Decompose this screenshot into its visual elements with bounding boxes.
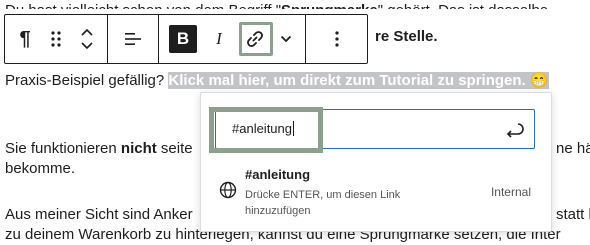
submit-link-button[interactable] <box>504 120 524 140</box>
search-input-highlight <box>209 107 323 153</box>
align-group <box>108 15 159 63</box>
enter-icon <box>506 123 524 138</box>
options-button[interactable] <box>319 15 355 63</box>
paragraph-3: Sie funktionieren nicht seite <box>5 140 193 157</box>
suggestion-type: Internal <box>490 185 531 199</box>
link-suggestion-item[interactable]: #anleitung Drücke ENTER, um diesen Link … <box>215 163 535 221</box>
align-button[interactable] <box>108 15 158 63</box>
paragraph-2[interactable]: Praxis-Beispiel gefällig? Klick mal hier… <box>5 70 549 92</box>
bold-label: B <box>169 25 197 53</box>
more-formats-button[interactable] <box>273 15 299 63</box>
chevron-down-icon[interactable] <box>80 41 94 51</box>
drag-handle[interactable] <box>45 15 67 63</box>
more-vertical-icon <box>334 31 339 47</box>
chevron-up-icon[interactable] <box>80 27 94 37</box>
move-up-down-buttons[interactable] <box>67 15 107 63</box>
paragraph-icon: ¶ <box>19 27 31 50</box>
link-popover: #anleitung #anleitung Drücke ENTER, um d… <box>200 92 552 232</box>
suggestion-description: Drücke ENTER, um diesen Link hinzuzufüge… <box>245 189 401 217</box>
paragraph-block-button[interactable]: ¶ <box>5 15 45 63</box>
paragraph-3-line2: bekomme. <box>5 160 76 177</box>
link-button[interactable] <box>237 15 273 63</box>
block-toolbar: ¶ B I <box>4 14 368 64</box>
chevron-down-icon <box>280 35 292 43</box>
suggestion-title: #anleitung <box>245 167 311 182</box>
bold-button[interactable]: B <box>165 15 201 63</box>
paragraph-4: Aus meiner Sicht sind Anker <box>5 206 193 223</box>
link-button-highlight <box>239 22 273 56</box>
drag-icon <box>51 31 61 47</box>
paragraph-1-line2: re Stelle. <box>375 28 438 45</box>
paragraph-4-right: statt h <box>556 206 590 223</box>
block-type-group: ¶ <box>5 15 108 63</box>
align-left-icon <box>125 33 141 45</box>
options-group <box>306 15 367 63</box>
italic-button[interactable]: I <box>201 15 237 63</box>
globe-icon <box>219 181 237 199</box>
paragraph-3-right: ne hä <box>556 140 590 157</box>
selected-link-text[interactable]: Klick mal hier, um direkt zum Tutorial z… <box>168 72 549 89</box>
italic-label: I <box>216 29 222 48</box>
format-group: B I <box>159 15 306 63</box>
